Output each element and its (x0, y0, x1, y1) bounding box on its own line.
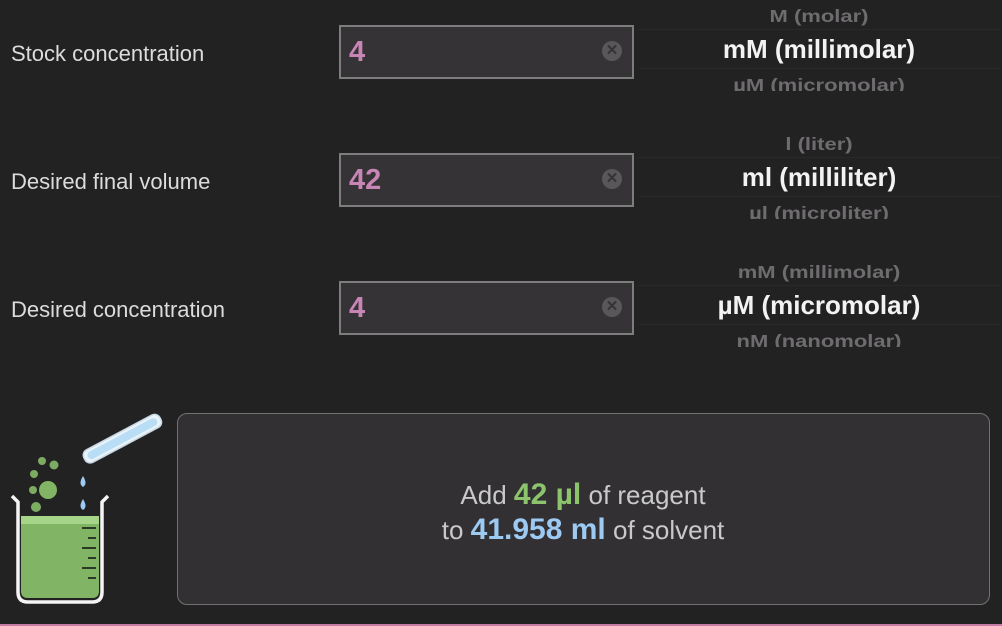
unit-option-previous[interactable]: l (liter) (638, 134, 1000, 154)
beaker-pipette-icon (10, 413, 163, 604)
desired-concentration-unit-picker[interactable]: mM (millimolar) µM (micromolar) nM (nano… (638, 262, 1000, 372)
result-line-solvent: to 41.958 ml of solvent (178, 513, 988, 547)
result-to-text: to (441, 515, 464, 545)
unit-option-selected[interactable]: µM (micromolar) (638, 285, 1000, 325)
solvent-amount: 41.958 ml (470, 513, 606, 546)
dilution-calculator-window: Stock concentration ✕ M (molar) mM (mill… (0, 0, 1002, 626)
result-panel: Add 42 µl of reagent to 41.958 ml of sol… (177, 413, 990, 605)
unit-option-selected[interactable]: mM (millimolar) (638, 29, 1000, 69)
desired-concentration-label: Desired concentration (11, 297, 226, 322)
stock-concentration-input[interactable] (349, 27, 589, 77)
clear-circle-icon[interactable]: ✕ (602, 169, 622, 189)
final-volume-label: Desired final volume (11, 169, 211, 194)
reagent-amount: 42 µl (513, 478, 582, 511)
stock-concentration-unit-picker[interactable]: M (molar) mM (millimolar) µM (micromolar… (638, 6, 1000, 116)
unit-option-previous[interactable]: M (molar) (638, 6, 1000, 26)
desired-concentration-field[interactable]: ✕ (339, 281, 634, 335)
unit-option-next[interactable]: µl (microliter) (638, 203, 1000, 219)
final-volume-unit-picker[interactable]: l (liter) ml (milliliter) µl (microliter… (638, 134, 1000, 244)
result-line-reagent: Add 42 µl of reagent (178, 478, 988, 512)
result-solvent-text: of solvent (612, 515, 725, 545)
unit-option-previous[interactable]: mM (millimolar) (638, 262, 1000, 282)
clear-circle-icon[interactable]: ✕ (602, 297, 622, 317)
result-reagent-text: of reagent (588, 480, 706, 510)
final-volume-input[interactable] (349, 155, 589, 205)
unit-option-next[interactable]: nM (nanomolar) (638, 331, 1000, 347)
clear-circle-icon[interactable]: ✕ (602, 41, 622, 61)
final-volume-field[interactable]: ✕ (339, 153, 634, 207)
unit-option-next[interactable]: µM (micromolar) (638, 75, 1000, 91)
stock-concentration-label: Stock concentration (11, 41, 205, 66)
result-add-text: Add (460, 480, 507, 510)
unit-option-selected[interactable]: ml (milliliter) (638, 157, 1000, 197)
stock-concentration-field[interactable]: ✕ (339, 25, 634, 79)
desired-concentration-input[interactable] (349, 283, 589, 333)
